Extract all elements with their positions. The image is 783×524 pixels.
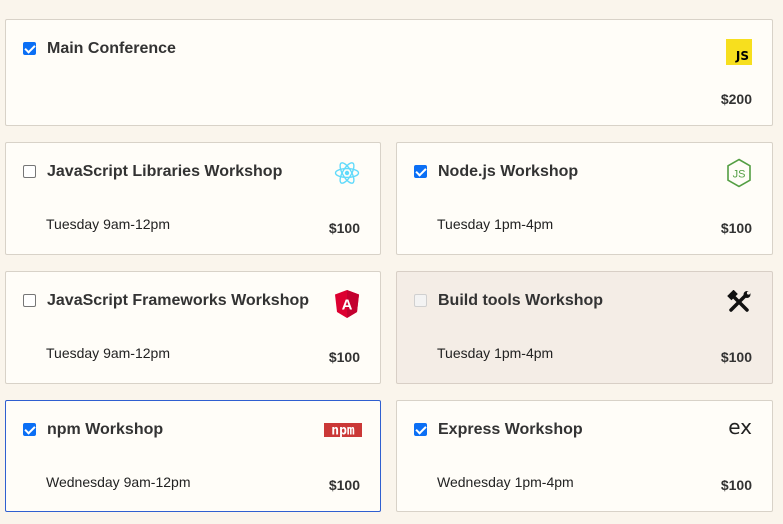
card-title: npm Workshop [47, 421, 164, 438]
card-title: Express Workshop [438, 421, 583, 438]
card-title: Build tools Workshop [438, 292, 604, 309]
card-time: Tuesday 9am-12pm [46, 216, 170, 232]
javascript-frameworks-workshop-checkbox[interactable] [23, 294, 36, 307]
card-title: Node.js Workshop [438, 163, 579, 180]
nodejs-workshop-card[interactable]: Node.js Workshop JS Tuesday 1pm-4pm $100 [396, 142, 773, 255]
card-price: $100 [720, 220, 752, 236]
express-workshop-card[interactable]: Express Workshop ex Wednesday 1pm-4pm $1… [396, 400, 773, 512]
build-tools-workshop-card: Build tools Workshop Tuesday 1pm-4pm $10… [396, 271, 773, 384]
javascript-libraries-workshop-checkbox[interactable] [23, 165, 36, 178]
card-time: Wednesday 9am-12pm [46, 474, 191, 490]
card-time: Tuesday 9am-12pm [46, 345, 170, 361]
svg-text:JS: JS [733, 169, 746, 181]
tools-icon [727, 290, 751, 312]
card-price: $100 [720, 349, 752, 365]
card-price: $100 [720, 477, 752, 493]
card-time: Wednesday 1pm-4pm [437, 474, 574, 490]
card-time: Tuesday 1pm-4pm [437, 345, 554, 361]
svg-text:npm: npm [331, 424, 355, 439]
npm-logo-icon: npm [324, 423, 362, 438]
card-time: Tuesday 1pm-4pm [437, 216, 554, 232]
card-title: Main Conference [47, 40, 176, 57]
javascript-frameworks-workshop-card[interactable]: JavaScript Frameworks Workshop A Tuesday… [5, 271, 381, 384]
main-conference-checkbox[interactable] [23, 42, 36, 55]
express-workshop-checkbox[interactable] [414, 423, 427, 436]
card-price: $100 [328, 477, 360, 493]
svg-text:A: A [342, 297, 353, 314]
card-title: JavaScript Frameworks Workshop [47, 292, 310, 309]
npm-workshop-card[interactable]: npm Workshop npm Wednesday 9am-12pm $100 [5, 400, 381, 512]
npm-workshop-checkbox[interactable] [23, 423, 36, 436]
nodejs-logo-icon: JS [727, 158, 751, 188]
build-tools-workshop-checkbox [414, 294, 427, 307]
main-conference-card[interactable]: Main Conference JS $200 [5, 19, 773, 126]
nodejs-workshop-checkbox[interactable] [414, 165, 427, 178]
react-logo-icon [334, 162, 360, 184]
angular-logo-icon: A [335, 290, 359, 318]
javascript-libraries-workshop-card[interactable]: JavaScript Libraries Workshop Tuesday 9a… [5, 142, 381, 255]
card-title: JavaScript Libraries Workshop [47, 163, 283, 180]
card-price: $100 [328, 220, 360, 236]
javascript-logo-icon: JS [726, 39, 752, 65]
card-price: $100 [328, 349, 360, 365]
card-price: $200 [720, 91, 752, 107]
express-logo-icon: ex [728, 415, 752, 439]
